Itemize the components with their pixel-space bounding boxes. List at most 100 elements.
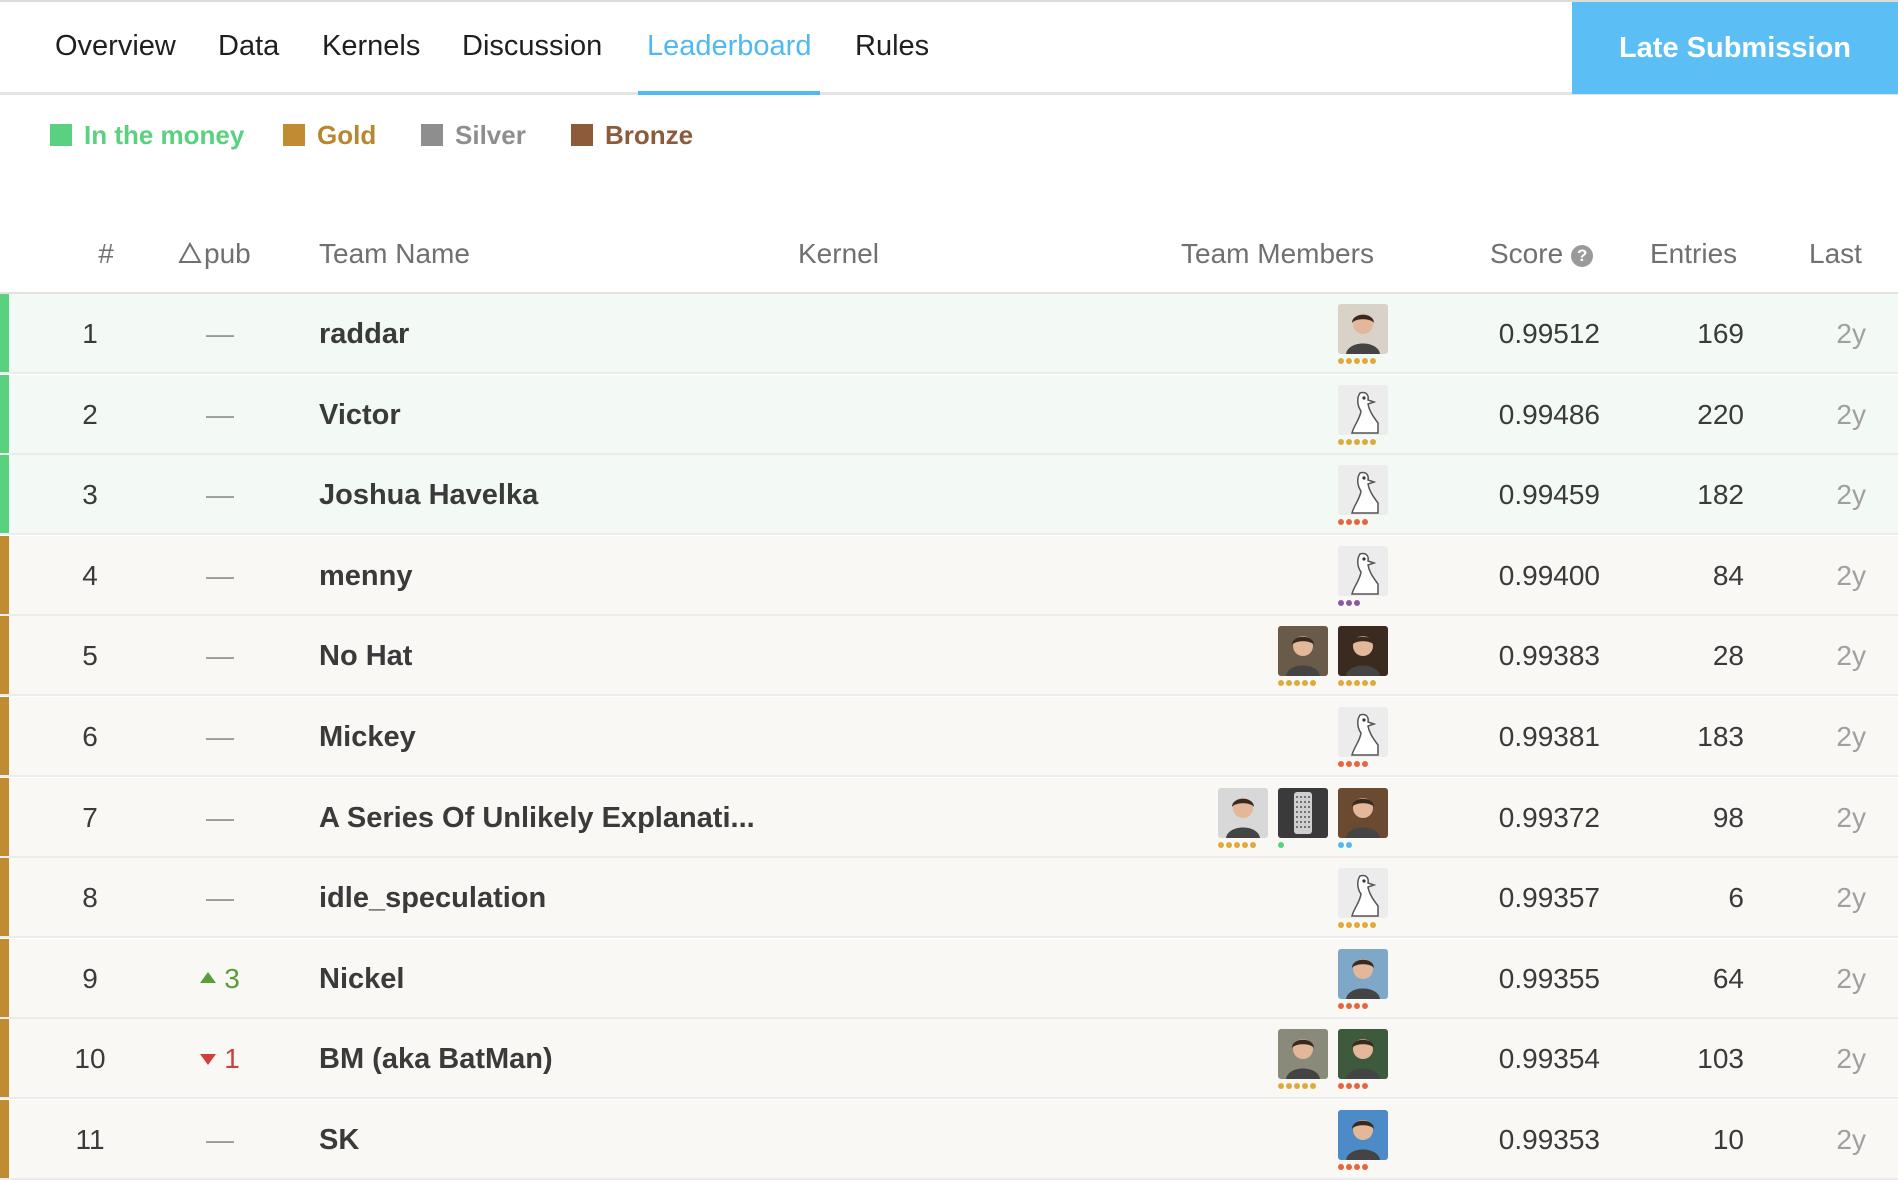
last-submission: 2y <box>1836 882 1866 914</box>
team-member-avatar[interactable] <box>1338 304 1388 364</box>
team-member-avatar[interactable] <box>1278 1029 1328 1090</box>
rank: 11 <box>75 1124 105 1155</box>
person-icon <box>1338 1029 1388 1080</box>
legend-label: Silver <box>455 119 526 150</box>
header-team-name[interactable]: Team Name <box>319 232 470 276</box>
team-name[interactable]: SK <box>319 1100 359 1180</box>
tier-indicator <box>0 938 9 1017</box>
tier-indicator <box>0 616 9 695</box>
entries: 103 <box>1697 1043 1744 1075</box>
header-last[interactable]: Last <box>1809 232 1862 276</box>
header-delta[interactable]: pub <box>178 232 251 276</box>
team-name[interactable]: raddar <box>319 294 409 374</box>
table-row[interactable]: 6 — Mickey 0.99381 183 2y <box>0 697 1898 777</box>
entries: 182 <box>1697 479 1744 511</box>
table-row[interactable]: 8 — idle_speculation 0.99357 6 2y <box>0 858 1898 939</box>
team-members <box>1338 707 1388 767</box>
team-member-avatar[interactable] <box>1338 545 1388 606</box>
table-row[interactable]: 3 — Joshua Havelka 0.99459 182 2y <box>0 455 1898 536</box>
team-name[interactable]: Nickel <box>319 939 404 1019</box>
arrow-up-icon <box>200 971 217 983</box>
tab-rules[interactable]: Rules <box>855 2 929 94</box>
tier-dots <box>1278 841 1284 848</box>
table-row[interactable]: 11 — SK 0.99353 10 2y <box>0 1100 1898 1180</box>
tier-indicator <box>0 858 9 937</box>
tab-leaderboard[interactable]: Leaderboard <box>637 2 821 95</box>
legend-in-the-money: In the money <box>50 118 244 152</box>
tab-data[interactable]: Data <box>218 2 279 94</box>
goose-icon <box>1338 868 1388 919</box>
team-member-avatar[interactable] <box>1278 787 1328 848</box>
person-icon <box>1338 1110 1388 1160</box>
table-row[interactable]: 10 1 BM (aka BatMan) 0.99354 103 2y <box>0 1019 1898 1100</box>
avatar <box>1278 1029 1328 1080</box>
team-member-avatar[interactable] <box>1338 868 1388 929</box>
team-member-avatar[interactable] <box>1338 707 1388 767</box>
header-entries[interactable]: Entries <box>1650 232 1737 276</box>
score: 0.99383 <box>1498 640 1600 672</box>
team-member-avatar[interactable] <box>1338 626 1388 687</box>
header-team-members: Team Members <box>1181 238 1374 269</box>
rank-change: 3 <box>170 939 270 1019</box>
tab-kernels[interactable]: Kernels <box>322 2 420 94</box>
team-name[interactable]: Mickey <box>319 697 416 777</box>
team-name[interactable]: A Series Of Unlikely Explanati... <box>319 778 755 858</box>
last-submission: 2y <box>1836 398 1866 430</box>
team-members <box>1278 1029 1388 1090</box>
table-row[interactable]: 2 — Victor 0.99486 220 2y <box>0 374 1898 455</box>
table-row[interactable]: 9 3 Nickel 0.99355 64 2y <box>0 938 1898 1019</box>
team-members <box>1338 868 1388 929</box>
rank-change-value: — <box>206 721 234 752</box>
entries: 169 <box>1697 318 1744 349</box>
entries: 6 <box>1728 882 1744 914</box>
late-submission-button[interactable]: Late Submission <box>1572 2 1898 94</box>
tier-indicator <box>0 455 9 534</box>
entries: 220 <box>1697 398 1744 430</box>
team-member-avatar[interactable] <box>1338 787 1388 848</box>
header-rank[interactable]: # <box>94 232 118 276</box>
team-member-avatar[interactable] <box>1338 948 1388 1009</box>
score: 0.99381 <box>1498 721 1600 752</box>
rank-change: — <box>170 1100 270 1180</box>
team-member-avatar[interactable] <box>1338 1029 1388 1090</box>
tab-overview[interactable]: Overview <box>55 2 176 94</box>
team-member-avatar[interactable] <box>1218 787 1268 848</box>
tab-discussion[interactable]: Discussion <box>462 2 602 94</box>
team-name[interactable]: menny <box>319 536 412 616</box>
tier-dots <box>1338 438 1376 445</box>
tier-dots <box>1338 1164 1368 1170</box>
rank-change-value: — <box>206 479 234 511</box>
avatar <box>1338 545 1388 596</box>
header-kernel[interactable]: Kernel <box>798 232 879 276</box>
avatar <box>1278 787 1328 838</box>
rank-change-value: 3 <box>224 962 240 994</box>
table-row[interactable]: 1 — raddar 0.99512 169 2y <box>0 294 1898 374</box>
rank: 1 <box>82 318 98 349</box>
tier-dots <box>1278 680 1316 687</box>
tier-dots <box>1338 519 1368 526</box>
team-name[interactable]: No Hat <box>319 616 412 696</box>
entries: 84 <box>1712 559 1744 591</box>
table-row[interactable]: 4 — menny 0.99400 84 2y <box>0 535 1898 616</box>
team-member-avatar[interactable] <box>1338 384 1388 445</box>
rank: 7 <box>82 801 98 833</box>
team-member-avatar[interactable] <box>1338 1110 1388 1170</box>
table-row[interactable]: 5 — No Hat 0.99383 28 2y <box>0 616 1898 697</box>
team-member-avatar[interactable] <box>1278 626 1328 687</box>
team-name[interactable]: idle_speculation <box>319 858 546 938</box>
team-name[interactable]: Joshua Havelka <box>319 455 538 535</box>
help-icon[interactable]: ? <box>1571 244 1594 267</box>
avatar <box>1338 948 1388 999</box>
team-name[interactable]: Victor <box>319 375 401 455</box>
team-members <box>1338 1110 1388 1170</box>
avatar <box>1218 787 1268 838</box>
table-row[interactable]: 7 — A Series Of Unlikely Explanati... 0.993… <box>0 777 1898 858</box>
tier-indicator <box>0 1100 9 1178</box>
team-member-avatar[interactable] <box>1338 465 1388 526</box>
header-score[interactable]: Score? <box>1490 232 1594 276</box>
rank-change: — <box>170 778 270 858</box>
team-members <box>1218 787 1388 848</box>
tier-indicator <box>0 1019 9 1098</box>
team-name[interactable]: BM (aka BatMan) <box>319 1019 553 1099</box>
legend-bronze: Bronze <box>571 118 693 152</box>
